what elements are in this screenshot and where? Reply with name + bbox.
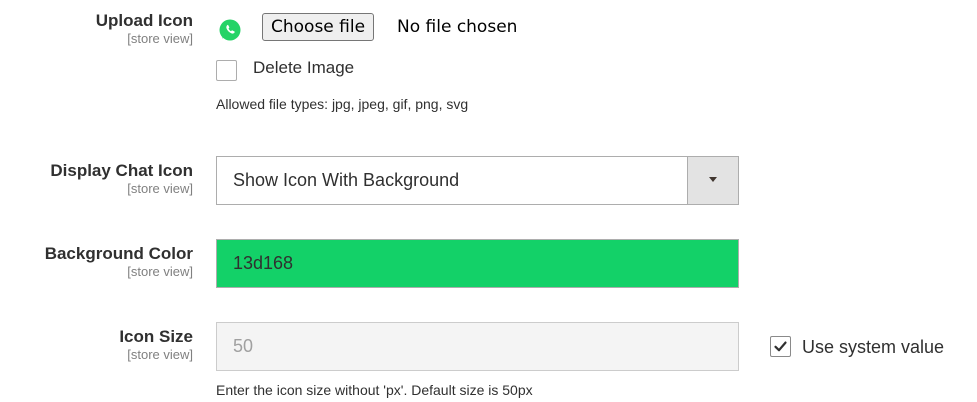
icon-size-input[interactable]: 50 bbox=[216, 322, 739, 371]
select-dropdown-toggle[interactable] bbox=[687, 157, 738, 204]
display-chat-icon-select[interactable]: Show Icon With Background bbox=[216, 156, 739, 205]
display-chat-icon-label: Display Chat Icon bbox=[50, 161, 193, 180]
delete-image-label[interactable]: Delete Image bbox=[253, 57, 354, 79]
upload-icon-label: Upload Icon bbox=[95, 11, 193, 30]
use-system-value-label[interactable]: Use system value bbox=[802, 336, 944, 358]
file-status-text: No file chosen bbox=[397, 17, 518, 37]
icon-size-scope: [store view] bbox=[127, 347, 193, 362]
background-color-label: Background Color bbox=[44, 244, 193, 263]
background-color-label-group: Background Color [store view] bbox=[45, 245, 193, 280]
display-chat-icon-selected-value: Show Icon With Background bbox=[233, 170, 460, 190]
chevron-down-icon bbox=[709, 177, 717, 182]
background-color-scope: [store view] bbox=[127, 264, 193, 279]
icon-size-label: Icon Size bbox=[119, 327, 193, 346]
choose-file-button[interactable]: Choose file bbox=[262, 13, 375, 41]
config-form: Upload Icon [store view] Choose file No … bbox=[0, 0, 977, 402]
display-chat-icon-scope: [store view] bbox=[127, 181, 193, 196]
whatsapp-icon bbox=[219, 19, 241, 41]
delete-image-checkbox[interactable] bbox=[216, 60, 237, 81]
checkmark-icon bbox=[774, 341, 787, 352]
display-chat-icon-label-group: Display Chat Icon [store view] bbox=[50, 162, 193, 197]
upload-icon-label-group: Upload Icon [store view] bbox=[96, 12, 193, 47]
background-color-input[interactable]: 13d168 bbox=[216, 239, 739, 288]
allowed-file-types-note: Allowed file types: jpg, jpeg, gif, png,… bbox=[216, 96, 469, 112]
icon-size-note: Enter the icon size without 'px'. Defaul… bbox=[216, 382, 533, 398]
icon-size-label-group: Icon Size [store view] bbox=[119, 328, 193, 363]
upload-icon-scope: [store view] bbox=[127, 31, 193, 46]
use-system-value-checkbox[interactable] bbox=[770, 336, 791, 357]
